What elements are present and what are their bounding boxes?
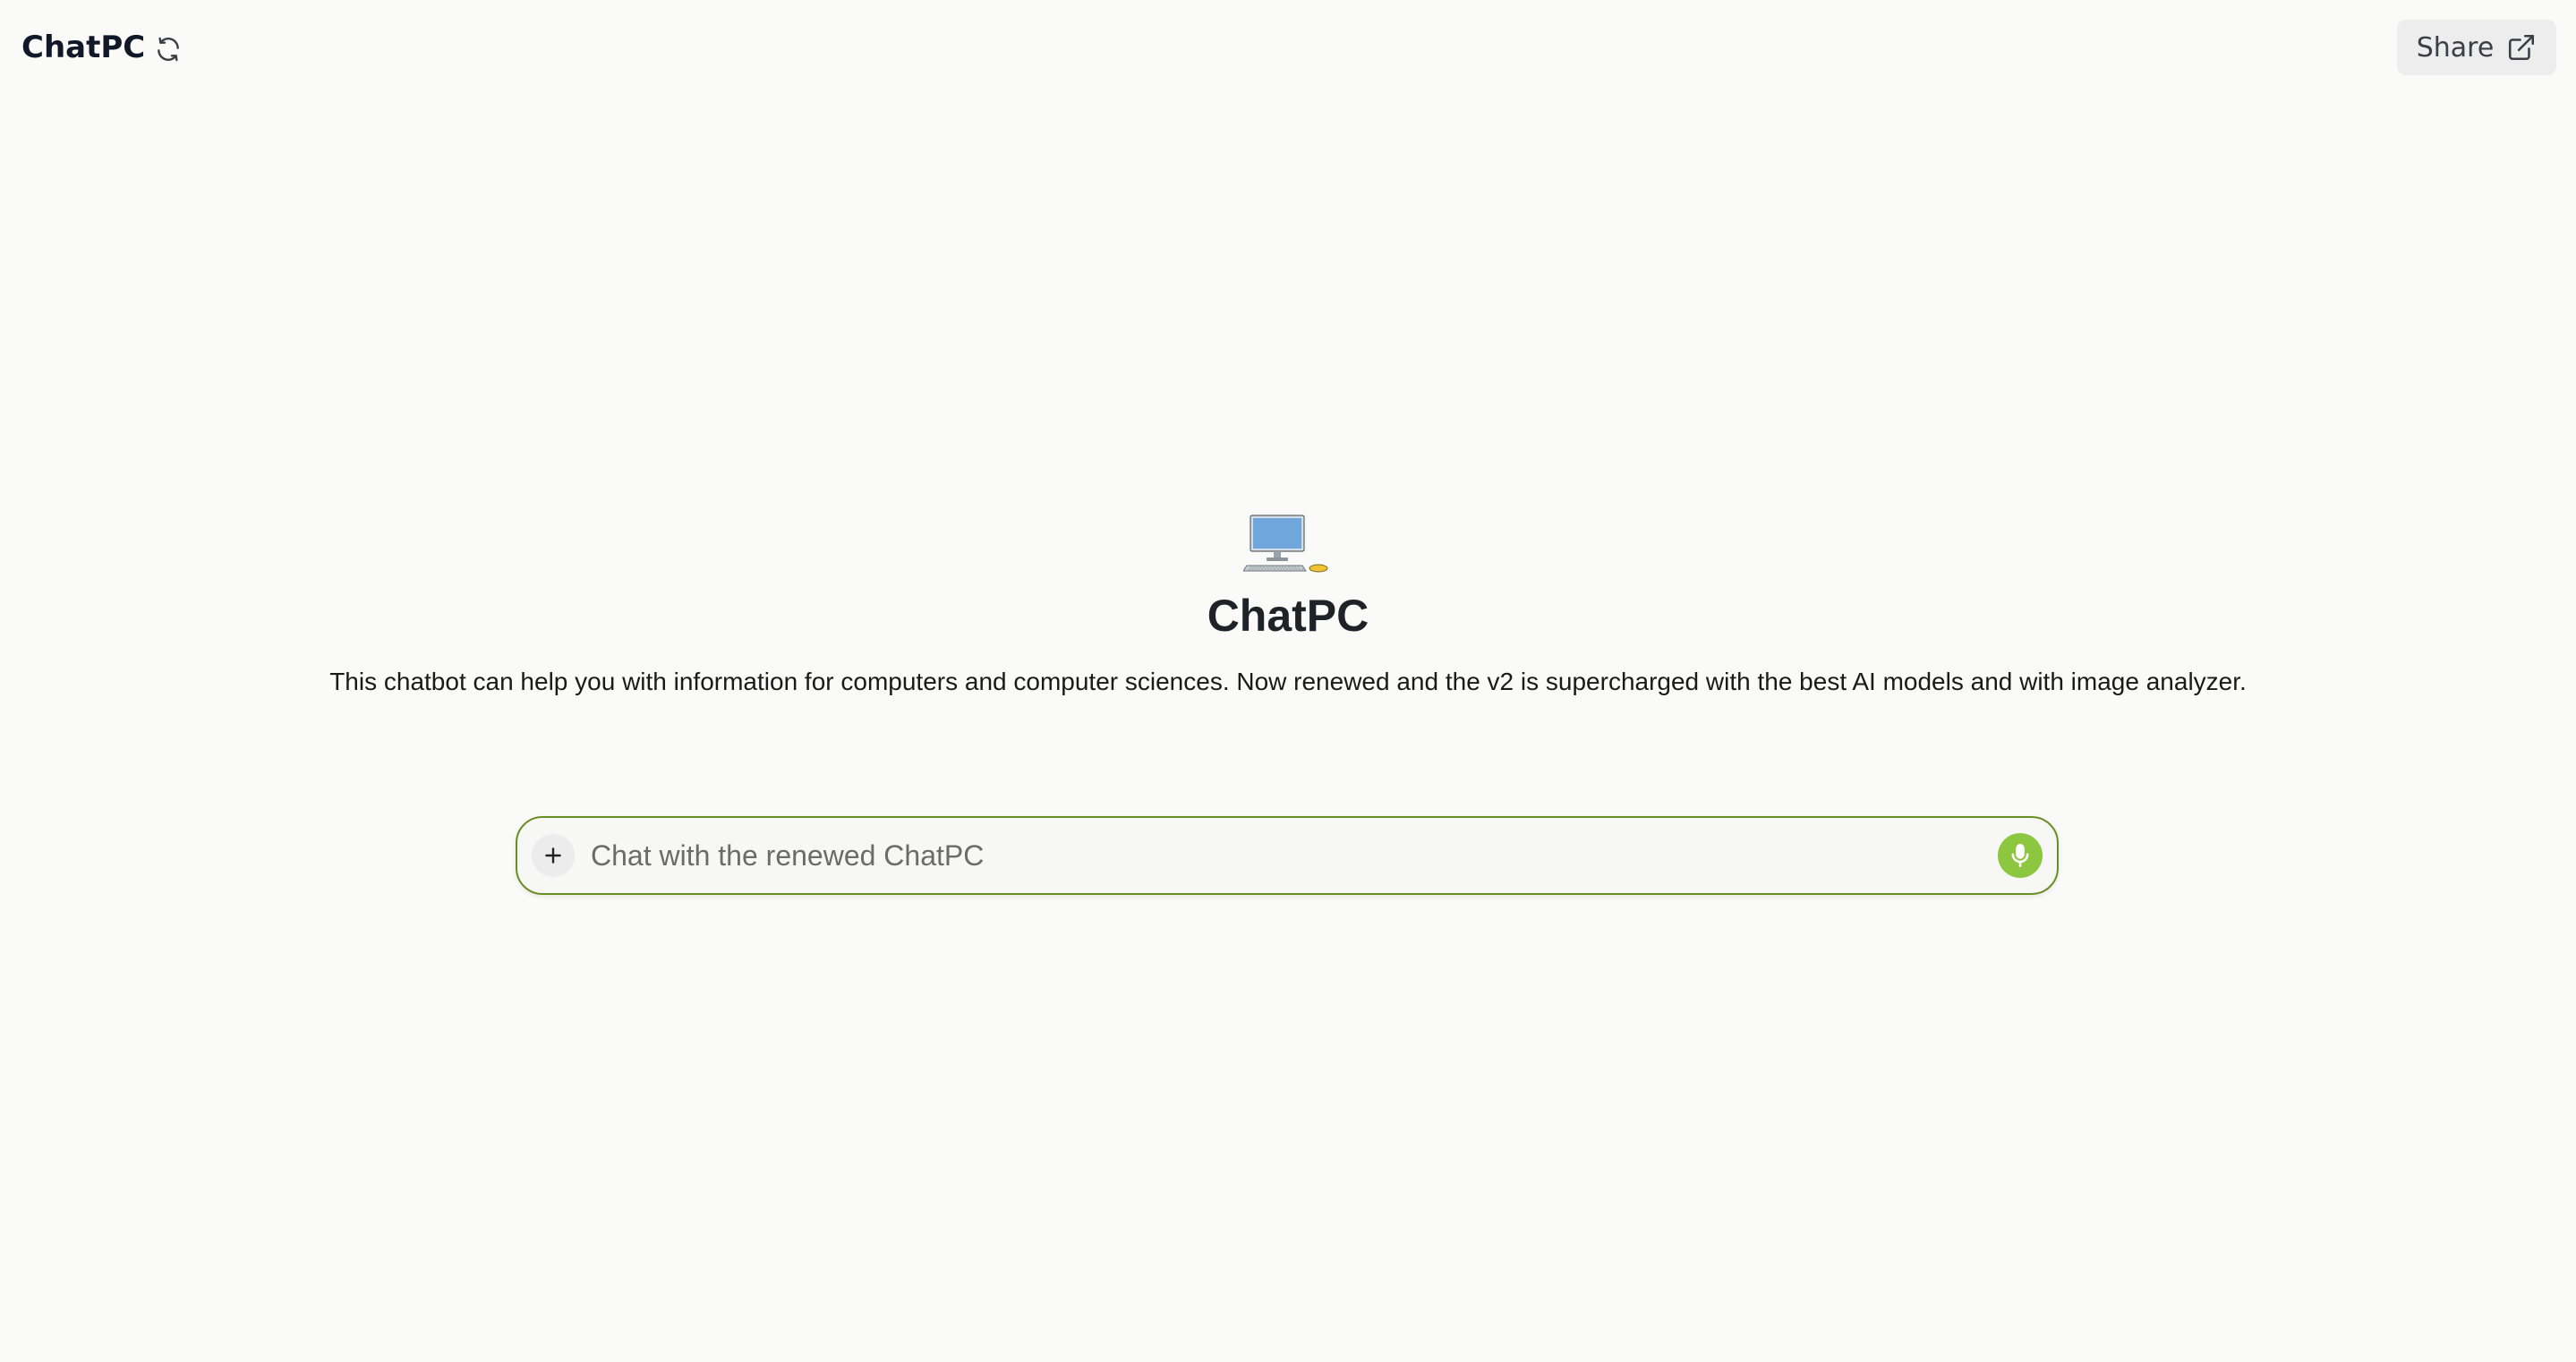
share-button-label: Share — [2416, 31, 2495, 64]
app-title: ChatPC — [21, 30, 146, 65]
hero-title: ChatPC — [1207, 591, 1369, 641]
chat-app-page: ChatPC Share ChatPC This chatbot can hel… — [0, 0, 2576, 1362]
chat-input[interactable] — [589, 828, 1998, 883]
top-bar: ChatPC Share — [0, 0, 2576, 97]
welcome-section: ChatPC This chatbot can help you with in… — [0, 510, 2576, 698]
external-link-icon — [2509, 34, 2535, 61]
plus-icon — [545, 847, 561, 864]
microphone-icon — [2011, 844, 2029, 867]
chat-input-bar — [516, 816, 2059, 895]
voice-input-button[interactable] — [1998, 833, 2043, 878]
refresh-button[interactable] — [149, 30, 188, 69]
share-button[interactable]: Share — [2397, 20, 2556, 75]
desktop-computer-icon — [1243, 515, 1328, 573]
attach-button[interactable] — [532, 834, 575, 877]
refresh-icon — [158, 37, 179, 62]
hero-description: This chatbot can help you with informati… — [329, 668, 2247, 695]
